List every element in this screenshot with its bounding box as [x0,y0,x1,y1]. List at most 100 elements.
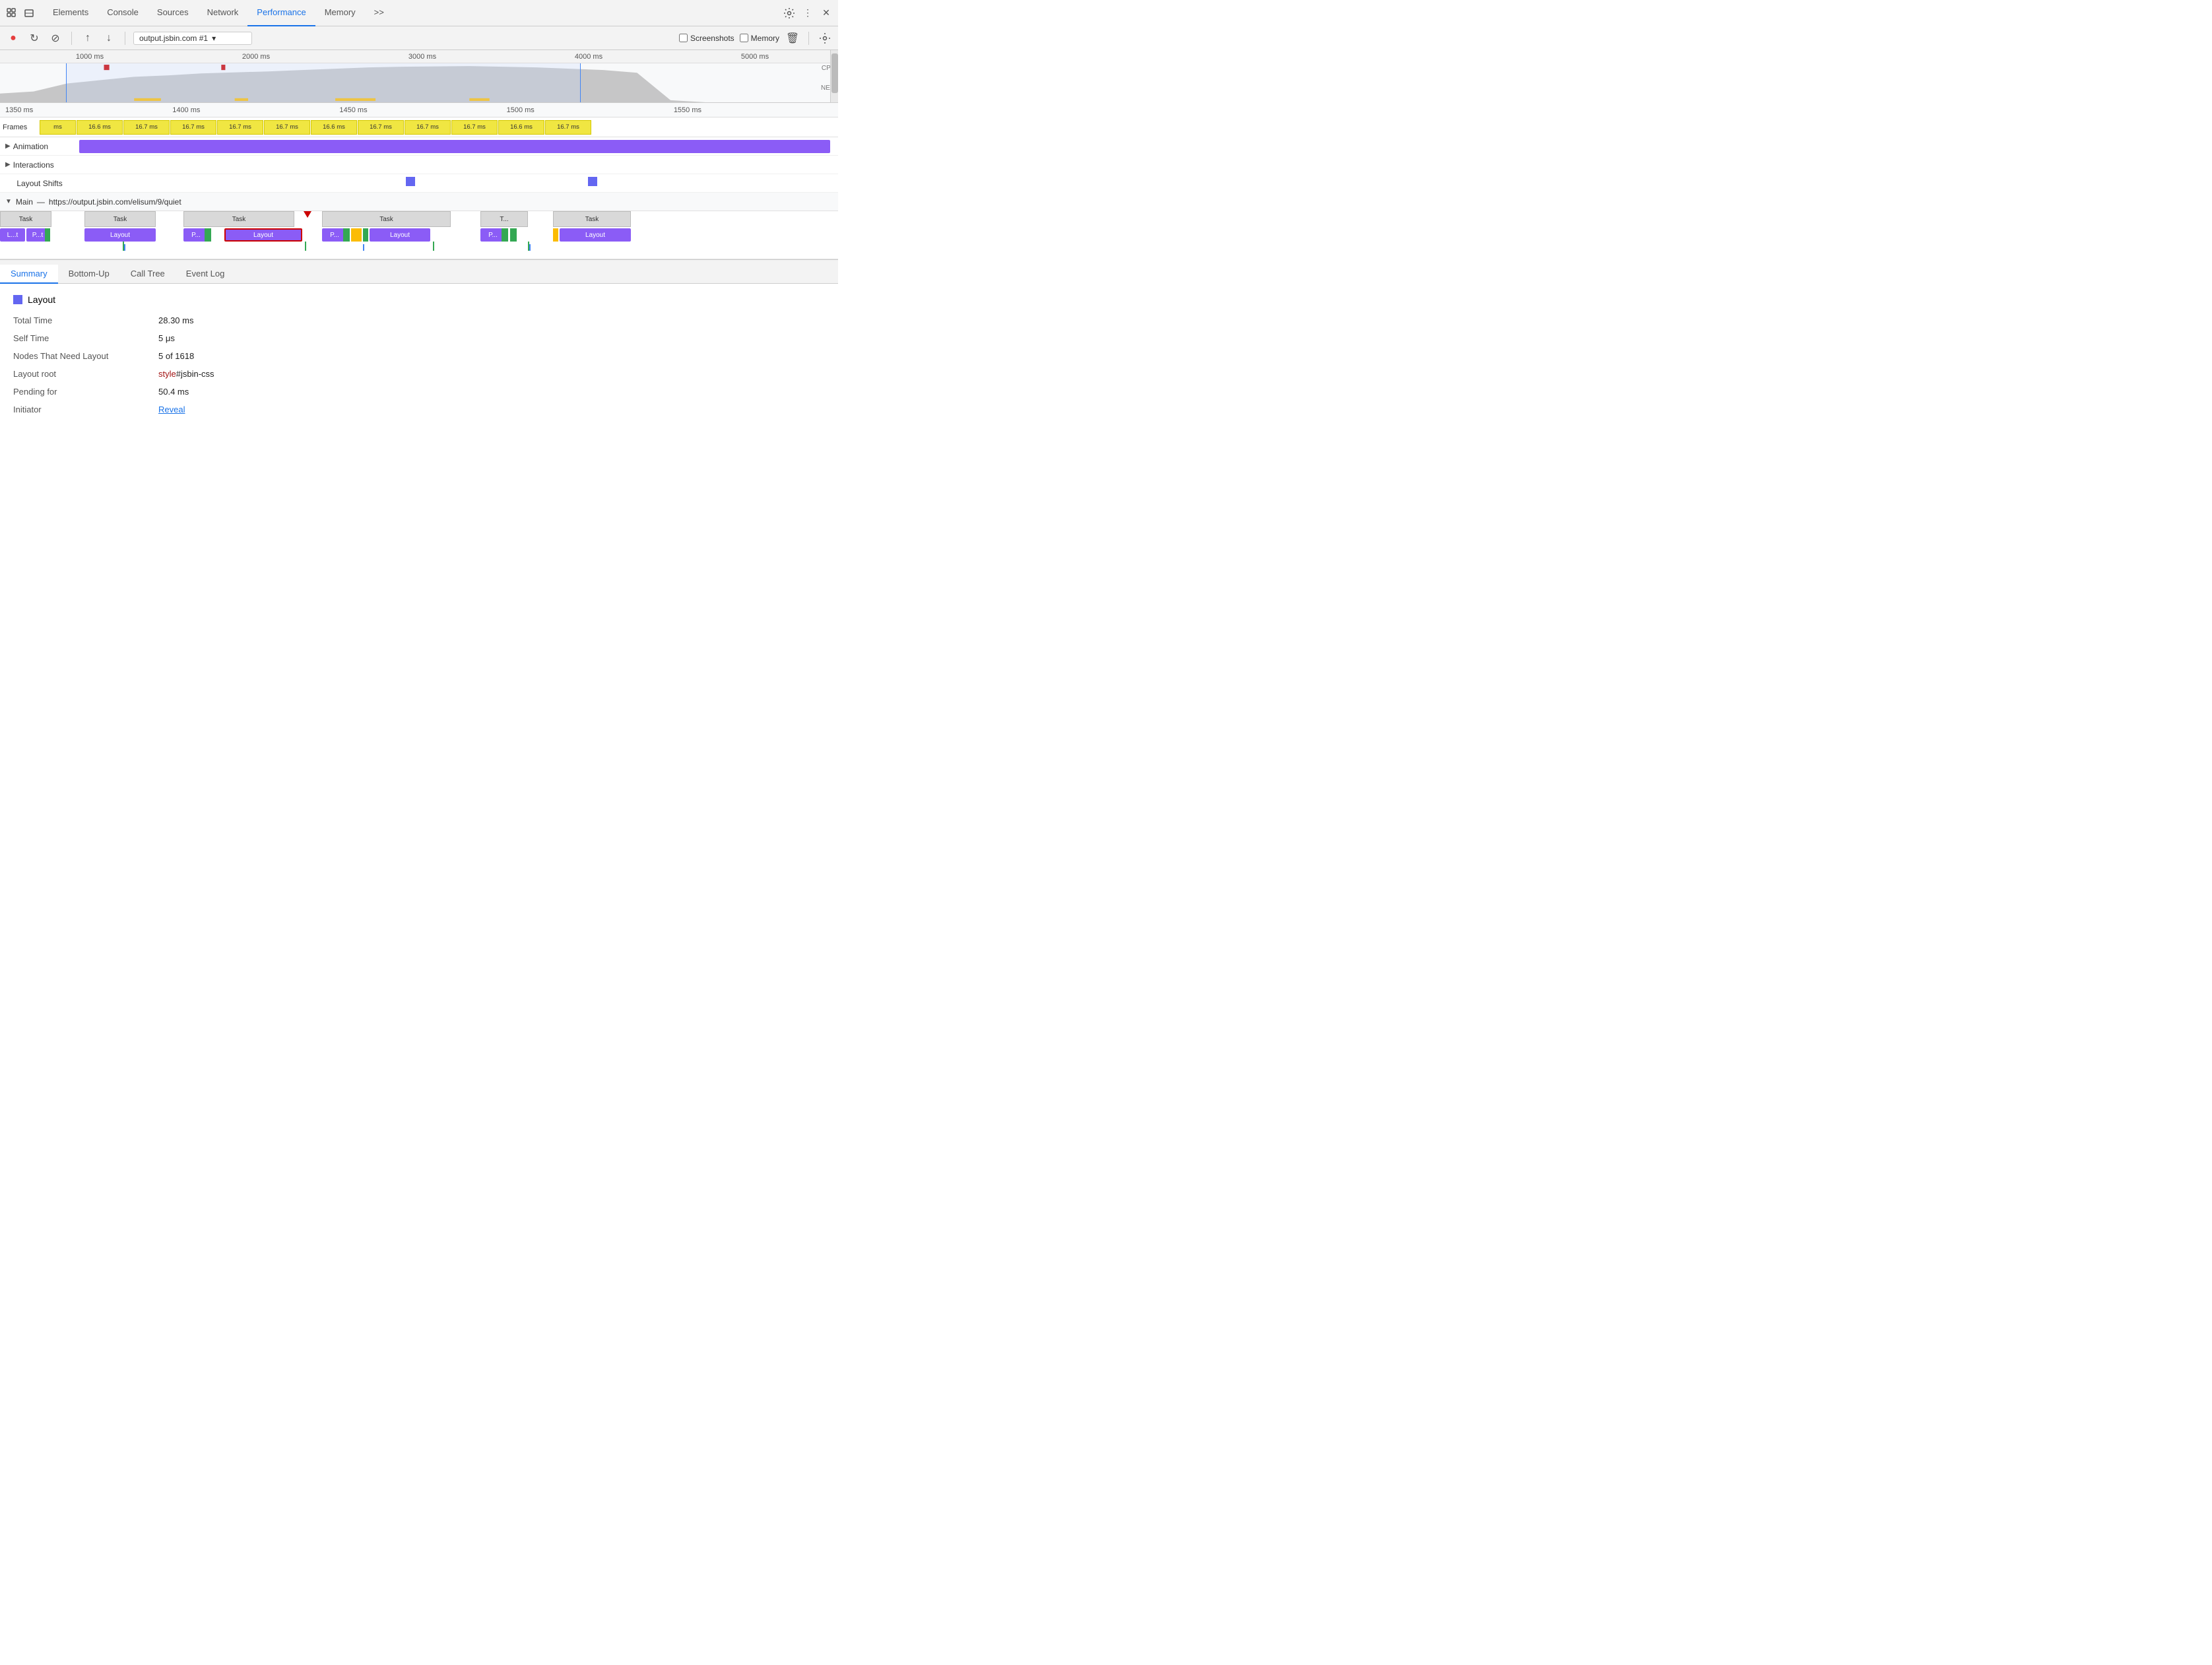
overview-area[interactable]: 1000 ms 2000 ms 3000 ms 4000 ms 5000 ms … [0,50,838,103]
frame-cell-11[interactable]: 16.7 ms [545,120,591,135]
main-thread-header: ▼ Main — https://output.jsbin.com/elisum… [0,193,838,211]
task-bar-1[interactable]: Task [84,211,156,227]
layout-shifts-label: Layout Shifts [0,179,79,188]
green-bar-1 [45,228,50,242]
record-button[interactable]: ● [5,30,21,46]
animation-bar[interactable] [79,140,830,153]
overview-scrollbar[interactable] [830,50,838,102]
trash-button[interactable]: 🗑 [785,30,800,46]
frame-cell-5[interactable]: 16.7 ms [264,120,310,135]
summary-title: Layout [13,294,825,305]
more-vertical-icon[interactable]: ⋮ [801,7,814,20]
green-bar-3 [343,228,350,242]
task-bar-5[interactable]: Task [553,211,631,227]
clear-button[interactable]: ⊘ [48,30,63,46]
upload-button[interactable]: ↑ [80,30,96,46]
interactions-expand-arrow[interactable]: ▶ [5,161,11,168]
layout-root-key: Layout root [13,369,158,379]
frame-cell-4[interactable]: 16.7 ms [217,120,263,135]
task-bar-3[interactable]: Task [322,211,451,227]
memory-checkbox[interactable] [740,34,748,42]
interactions-label-text: Interactions [13,160,54,170]
layout-shift-1[interactable] [406,177,415,186]
tab-bottom-up[interactable]: Bottom-Up [58,265,120,284]
blue-line-3 [529,244,531,251]
green-bar-4 [363,228,368,242]
tab-network[interactable]: Network [198,0,248,26]
tab-sources[interactable]: Sources [148,0,198,26]
self-time-key: Self Time [13,333,158,343]
frame-cell-0[interactable]: ms [40,120,76,135]
interactions-track: ▶ Interactions [0,156,838,174]
frame-cell-9[interactable]: 16.7 ms [451,120,498,135]
time-ruler-detail: 1350 ms 1400 ms 1450 ms 1500 ms 1550 ms [0,103,838,117]
animation-label[interactable]: ▶ Animation [0,142,79,151]
main-thread-expand-arrow[interactable]: ▼ [5,198,12,205]
frame-cell-2[interactable]: 16.7 ms [123,120,170,135]
memory-checkbox-label[interactable]: Memory [740,34,779,43]
layout-shift-2[interactable] [588,177,597,186]
frames-row: Frames ms 16.6 ms 16.7 ms 16.7 ms 16.7 m… [0,117,838,137]
screenshots-checkbox[interactable] [679,34,688,42]
task-bar-2[interactable]: Task [183,211,294,227]
subtask-layout-1[interactable]: Layout [84,228,156,242]
tab-memory[interactable]: Memory [315,0,365,26]
download-button[interactable]: ↓ [101,30,117,46]
initiator-key: Initiator [13,405,158,414]
time-marker-5000: 5000 ms [672,53,838,61]
frame-cell-10[interactable]: 16.6 ms [498,120,544,135]
subtask-layout-selected[interactable]: Layout [224,228,302,242]
screenshots-label: Screenshots [690,34,734,43]
nav-tabs: Elements Console Sources Network Perform… [44,0,393,26]
pending-for-key: Pending for [13,387,158,397]
detail-marker-1350: 1350 ms [3,106,170,114]
tab-call-tree[interactable]: Call Tree [120,265,176,284]
rectangle-icon[interactable] [22,7,36,20]
more-tabs-icon[interactable]: >> [365,0,393,26]
task-bar-4[interactable]: T... [480,211,528,227]
frame-cell-7[interactable]: 16.7 ms [358,120,404,135]
overview-scrollbar-thumb[interactable] [831,53,838,93]
tab-elements[interactable]: Elements [44,0,98,26]
frames-cells: ms 16.6 ms 16.7 ms 16.7 ms 16.7 ms 16.7 … [40,120,838,135]
subtask-lt[interactable]: L...t [0,228,25,242]
animation-expand-arrow[interactable]: ▶ [5,143,11,150]
perf-settings-icon[interactable] [817,30,833,46]
task-bar-0[interactable]: Task [0,211,51,227]
frame-cell-8[interactable]: 16.7 ms [405,120,451,135]
url-selector[interactable]: output.jsbin.com #1 ▾ [133,32,252,45]
blue-line-2 [363,244,364,251]
tab-performance[interactable]: Performance [247,0,315,26]
self-time-row: Self Time 5 μs [13,333,825,343]
settings-icon[interactable] [783,7,796,20]
layout-shifts-content [79,174,838,192]
frame-cell-3[interactable]: 16.7 ms [170,120,216,135]
interactions-track-content [79,156,838,174]
layout-shifts-label-text: Layout Shifts [16,179,62,188]
layout-color-indicator [13,295,22,304]
animation-track: ▶ Animation [0,137,838,156]
devtools-header: Elements Console Sources Network Perform… [0,0,838,26]
tab-console[interactable]: Console [98,0,148,26]
total-time-value: 28.30 ms [158,315,193,325]
detail-marker-1500: 1500 ms [504,106,671,114]
layout-root-plain: #jsbin-css [176,369,214,379]
nodes-layout-row: Nodes That Need Layout 5 of 1618 [13,351,825,361]
refresh-record-button[interactable]: ↻ [26,30,42,46]
cursor-icon[interactable] [5,7,18,20]
time-marker-2000: 2000 ms [173,53,339,61]
subtask-layout-3[interactable]: Layout [560,228,631,242]
detail-marker-1550: 1550 ms [671,106,838,114]
interactions-label[interactable]: ▶ Interactions [0,160,79,170]
initiator-value[interactable]: Reveal [158,405,185,414]
close-icon[interactable]: ✕ [820,7,833,20]
bottom-tabs: Summary Bottom-Up Call Tree Event Log [0,260,838,284]
subtask-layout-2[interactable]: Layout [370,228,430,242]
tab-event-log[interactable]: Event Log [176,265,236,284]
tab-summary[interactable]: Summary [0,265,58,284]
screenshots-checkbox-label[interactable]: Screenshots [679,34,734,43]
green-line-3 [433,242,434,251]
frame-cell-6[interactable]: 16.6 ms [311,120,357,135]
frame-cell-1[interactable]: 16.6 ms [77,120,123,135]
main-label: Main [16,197,33,207]
